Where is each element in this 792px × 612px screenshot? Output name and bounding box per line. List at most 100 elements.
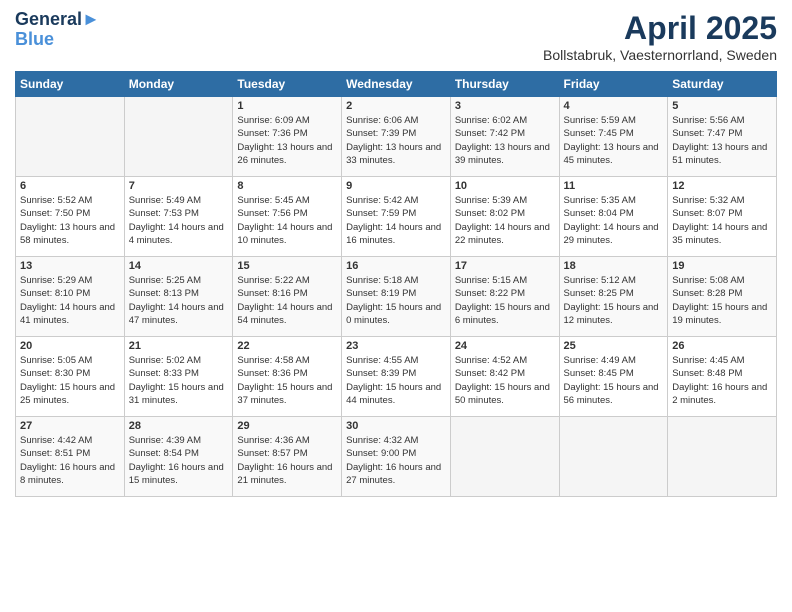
day-info: Sunrise: 4:42 AMSunset: 8:51 PMDaylight:… (20, 434, 120, 487)
logo-blue-text: ► (82, 9, 100, 29)
calendar-table: SundayMondayTuesdayWednesdayThursdayFrid… (15, 71, 777, 497)
calendar-cell: 25 Sunrise: 4:49 AMSunset: 8:45 PMDayligh… (559, 337, 668, 417)
day-number: 29 (237, 420, 337, 432)
logo: General► Blue (15, 10, 100, 50)
day-number: 23 (346, 340, 446, 352)
day-info: Sunrise: 5:08 AMSunset: 8:28 PMDaylight:… (672, 274, 772, 327)
calendar-cell: 29 Sunrise: 4:36 AMSunset: 8:57 PMDayligh… (233, 417, 342, 497)
day-number: 2 (346, 100, 446, 112)
day-number: 16 (346, 260, 446, 272)
calendar-cell: 4 Sunrise: 5:59 AMSunset: 7:45 PMDaylight… (559, 97, 668, 177)
calendar-cell: 26 Sunrise: 4:45 AMSunset: 8:48 PMDayligh… (668, 337, 777, 417)
calendar-cell: 2 Sunrise: 6:06 AMSunset: 7:39 PMDaylight… (342, 97, 451, 177)
day-number: 26 (672, 340, 772, 352)
weekday-header-monday: Monday (124, 72, 233, 97)
calendar-header: SundayMondayTuesdayWednesdayThursdayFrid… (16, 72, 777, 97)
day-info: Sunrise: 5:45 AMSunset: 7:56 PMDaylight:… (237, 194, 337, 247)
month-title: April 2025 (543, 10, 777, 47)
calendar-body: 1 Sunrise: 6:09 AMSunset: 7:36 PMDaylight… (16, 97, 777, 497)
day-info: Sunrise: 5:42 AMSunset: 7:59 PMDaylight:… (346, 194, 446, 247)
day-number: 14 (129, 260, 229, 272)
calendar-cell: 10 Sunrise: 5:39 AMSunset: 8:02 PMDayligh… (450, 177, 559, 257)
calendar-cell: 17Sunrise: 5:15 AMSunset: 8:22 PMDayligh… (450, 257, 559, 337)
calendar-cell: 27Sunrise: 4:42 AMSunset: 8:51 PMDayligh… (16, 417, 125, 497)
weekday-header-tuesday: Tuesday (233, 72, 342, 97)
day-info: Sunrise: 5:22 AMSunset: 8:16 PMDaylight:… (237, 274, 337, 327)
day-info: Sunrise: 4:36 AMSunset: 8:57 PMDaylight:… (237, 434, 337, 487)
day-info: Sunrise: 5:35 AMSunset: 8:04 PMDaylight:… (564, 194, 664, 247)
day-info: Sunrise: 5:12 AMSunset: 8:25 PMDaylight:… (564, 274, 664, 327)
weekday-header-sunday: Sunday (16, 72, 125, 97)
day-info: Sunrise: 5:02 AMSunset: 8:33 PMDaylight:… (129, 354, 229, 407)
day-info: Sunrise: 5:25 AMSunset: 8:13 PMDaylight:… (129, 274, 229, 327)
calendar-cell: 22 Sunrise: 4:58 AMSunset: 8:36 PMDayligh… (233, 337, 342, 417)
day-number: 25 (564, 340, 664, 352)
calendar-cell: 3Sunrise: 6:02 AMSunset: 7:42 PMDaylight… (450, 97, 559, 177)
weekday-header-saturday: Saturday (668, 72, 777, 97)
day-info: Sunrise: 5:56 AMSunset: 7:47 PMDaylight:… (672, 114, 772, 167)
location: Bollstabruk, Vaesternorrland, Sweden (543, 47, 777, 63)
day-number: 22 (237, 340, 337, 352)
day-number: 13 (20, 260, 120, 272)
week-row-1: 1 Sunrise: 6:09 AMSunset: 7:36 PMDaylight… (16, 97, 777, 177)
day-info: Sunrise: 5:05 AMSunset: 8:30 PMDaylight:… (20, 354, 120, 407)
week-row-5: 27Sunrise: 4:42 AMSunset: 8:51 PMDayligh… (16, 417, 777, 497)
day-info: Sunrise: 4:39 AMSunset: 8:54 PMDaylight:… (129, 434, 229, 487)
day-number: 17 (455, 260, 555, 272)
calendar-cell: 20 Sunrise: 5:05 AMSunset: 8:30 PMDayligh… (16, 337, 125, 417)
day-number: 24 (455, 340, 555, 352)
day-info: Sunrise: 5:39 AMSunset: 8:02 PMDaylight:… (455, 194, 555, 247)
week-row-3: 13 Sunrise: 5:29 AMSunset: 8:10 PMDayligh… (16, 257, 777, 337)
calendar-cell: 5 Sunrise: 5:56 AMSunset: 7:47 PMDaylight… (668, 97, 777, 177)
day-info: Sunrise: 5:32 AMSunset: 8:07 PMDaylight:… (672, 194, 772, 247)
day-number: 20 (20, 340, 120, 352)
day-number: 19 (672, 260, 772, 272)
calendar-cell: 21 Sunrise: 5:02 AMSunset: 8:33 PMDayligh… (124, 337, 233, 417)
weekday-header-friday: Friday (559, 72, 668, 97)
day-number: 18 (564, 260, 664, 272)
calendar-cell: 11Sunrise: 5:35 AMSunset: 8:04 PMDayligh… (559, 177, 668, 257)
calendar-cell: 19 Sunrise: 5:08 AMSunset: 8:28 PMDayligh… (668, 257, 777, 337)
calendar-cell: 15 Sunrise: 5:22 AMSunset: 8:16 PMDayligh… (233, 257, 342, 337)
calendar-cell: 8Sunrise: 5:45 AMSunset: 7:56 PMDaylight… (233, 177, 342, 257)
calendar-cell: 28Sunrise: 4:39 AMSunset: 8:54 PMDayligh… (124, 417, 233, 497)
header: General► Blue April 2025 Bollstabruk, Va… (15, 10, 777, 63)
calendar-cell: 6 Sunrise: 5:52 AMSunset: 7:50 PMDaylight… (16, 177, 125, 257)
day-info: Sunrise: 4:45 AMSunset: 8:48 PMDaylight:… (672, 354, 772, 407)
page: General► Blue April 2025 Bollstabruk, Va… (0, 0, 792, 512)
day-info: Sunrise: 5:59 AMSunset: 7:45 PMDaylight:… (564, 114, 664, 167)
day-number: 4 (564, 100, 664, 112)
day-number: 10 (455, 180, 555, 192)
day-number: 6 (20, 180, 120, 192)
day-info: Sunrise: 4:55 AMSunset: 8:39 PMDaylight:… (346, 354, 446, 407)
calendar-cell (16, 97, 125, 177)
day-info: Sunrise: 6:06 AMSunset: 7:39 PMDaylight:… (346, 114, 446, 167)
calendar-cell: 23 Sunrise: 4:55 AMSunset: 8:39 PMDayligh… (342, 337, 451, 417)
calendar-cell (668, 417, 777, 497)
day-number: 3 (455, 100, 555, 112)
day-info: Sunrise: 5:52 AMSunset: 7:50 PMDaylight:… (20, 194, 120, 247)
calendar-cell: 16Sunrise: 5:18 AMSunset: 8:19 PMDayligh… (342, 257, 451, 337)
day-info: Sunrise: 4:58 AMSunset: 8:36 PMDaylight:… (237, 354, 337, 407)
day-number: 5 (672, 100, 772, 112)
calendar-cell (450, 417, 559, 497)
day-number: 9 (346, 180, 446, 192)
calendar-cell: 14 Sunrise: 5:25 AMSunset: 8:13 PMDayligh… (124, 257, 233, 337)
weekday-header-thursday: Thursday (450, 72, 559, 97)
day-number: 15 (237, 260, 337, 272)
day-number: 12 (672, 180, 772, 192)
calendar-cell: 13 Sunrise: 5:29 AMSunset: 8:10 PMDayligh… (16, 257, 125, 337)
day-info: Sunrise: 6:09 AMSunset: 7:36 PMDaylight:… (237, 114, 337, 167)
calendar-cell: 18 Sunrise: 5:12 AMSunset: 8:25 PMDayligh… (559, 257, 668, 337)
calendar-cell: 1 Sunrise: 6:09 AMSunset: 7:36 PMDaylight… (233, 97, 342, 177)
day-info: Sunrise: 4:49 AMSunset: 8:45 PMDaylight:… (564, 354, 664, 407)
calendar-cell: 9 Sunrise: 5:42 AMSunset: 7:59 PMDaylight… (342, 177, 451, 257)
calendar-cell: 30Sunrise: 4:32 AMSunset: 9:00 PMDayligh… (342, 417, 451, 497)
week-row-4: 20 Sunrise: 5:05 AMSunset: 8:30 PMDayligh… (16, 337, 777, 417)
week-row-2: 6 Sunrise: 5:52 AMSunset: 7:50 PMDaylight… (16, 177, 777, 257)
day-info: Sunrise: 5:29 AMSunset: 8:10 PMDaylight:… (20, 274, 120, 327)
title-block: April 2025 Bollstabruk, Vaesternorrland,… (543, 10, 777, 63)
day-number: 21 (129, 340, 229, 352)
day-number: 7 (129, 180, 229, 192)
day-number: 1 (237, 100, 337, 112)
